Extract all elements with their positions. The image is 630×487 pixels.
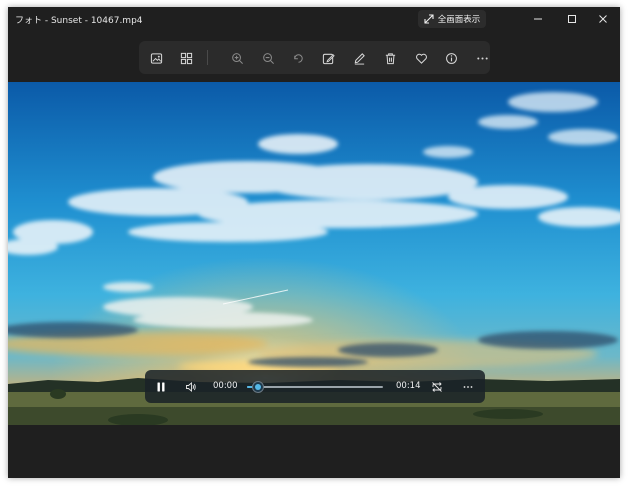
pause-button[interactable] [151,377,171,397]
rotate-icon [293,53,303,63]
more-icon [463,386,473,388]
zoom-out-icon [262,52,274,64]
title-bar: フォト - Sunset - 10467.mp4 全画面表示 [8,7,620,35]
rotate-button[interactable] [288,48,308,68]
delete-button[interactable] [380,48,400,68]
close-button[interactable] [586,7,620,31]
zoom-in-button[interactable] [227,48,247,68]
toolbar-separator [207,50,208,65]
repeat-off-icon [432,382,442,392]
markup-button[interactable] [349,48,369,68]
volume-button[interactable] [181,377,201,397]
minimize-button[interactable] [521,7,555,31]
window-title: フォト - Sunset - 10467.mp4 [15,16,143,26]
more-button[interactable] [472,48,492,68]
favorite-button[interactable] [411,48,431,68]
markup-icon [354,52,365,65]
maximize-button[interactable] [555,7,589,31]
delete-icon [385,52,395,64]
edit-icon [322,53,335,64]
maximize-icon [568,15,576,23]
duration: 00:14 [396,381,421,391]
photos-app-window: フォト - Sunset - 10467.mp4 全画面表示 00:00 00:… [8,7,620,478]
info-icon [445,52,457,64]
fullscreen-button[interactable]: 全画面表示 [418,10,486,28]
seek-thumb[interactable] [251,381,264,393]
favorite-icon [415,53,427,64]
player-more-button[interactable] [458,377,478,397]
image-icon [150,52,162,64]
more-icon [476,56,488,60]
seek-bar[interactable] [247,381,383,393]
playback-controls: 00:00 00:14 [145,370,485,403]
gallery-button[interactable] [176,48,196,68]
photo-toolbar [139,41,490,74]
repeat-off-button[interactable] [427,377,447,397]
zoom-out-button[interactable] [258,48,278,68]
view-image-button[interactable] [146,48,166,68]
info-button[interactable] [441,48,461,68]
close-icon [599,15,607,23]
edit-image-button[interactable] [318,48,338,68]
gallery-icon [180,52,192,64]
minimize-icon [534,18,542,20]
current-time: 00:00 [213,381,238,391]
fullscreen-label: 全画面表示 [437,15,481,25]
pause-icon [157,382,165,392]
zoom-in-icon [231,52,243,64]
expand-arrow-icon [424,14,434,24]
volume-icon [186,382,196,392]
